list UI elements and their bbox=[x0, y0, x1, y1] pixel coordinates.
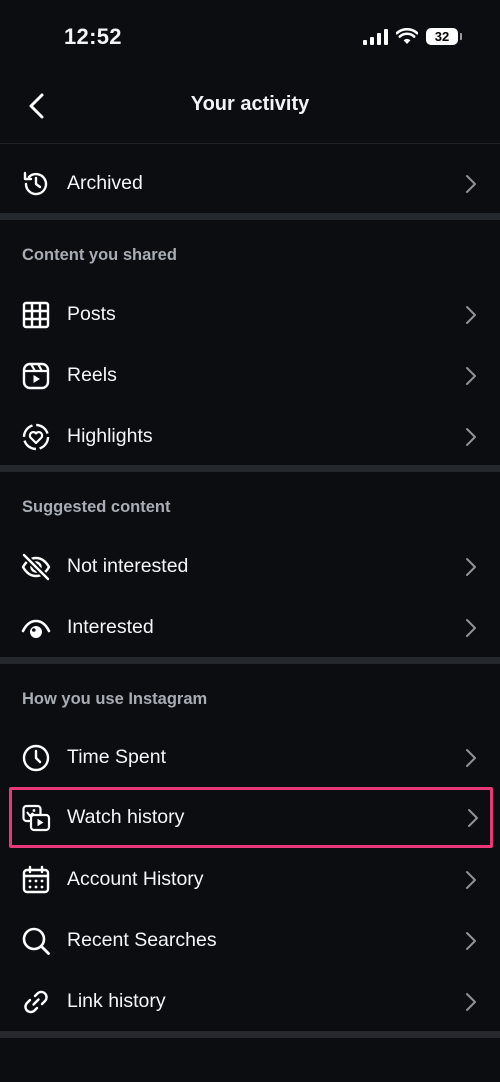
section-divider bbox=[0, 1031, 500, 1038]
chevron-right-icon bbox=[466, 992, 476, 1011]
chevron-right-icon bbox=[466, 427, 476, 446]
watch-history-icon bbox=[22, 804, 51, 831]
status-bar: 12:52 32 bbox=[0, 0, 500, 70]
section-divider bbox=[0, 465, 500, 472]
highlights-label: Highlights bbox=[67, 425, 153, 447]
chevron-right-icon bbox=[466, 305, 476, 324]
recent-searches-row[interactable]: Recent Searches bbox=[0, 910, 500, 971]
recent-searches-label: Recent Searches bbox=[67, 929, 217, 951]
section-header-how-you-use-instagram: How you use Instagram bbox=[22, 690, 208, 708]
chevron-right-icon bbox=[466, 870, 476, 889]
battery-icon: 32 bbox=[426, 28, 462, 45]
not-interested-label: Not interested bbox=[67, 555, 189, 577]
time-spent-label: Time Spent bbox=[67, 746, 166, 768]
reels-row[interactable]: Reels bbox=[0, 345, 500, 406]
account-history-label: Account History bbox=[67, 868, 204, 890]
chevron-right-icon bbox=[466, 557, 476, 576]
chevron-right-icon bbox=[468, 808, 478, 827]
highlights-icon bbox=[22, 423, 50, 450]
section-header-content-you-shared: Content you shared bbox=[22, 246, 177, 264]
interested-row[interactable]: Interested bbox=[0, 597, 500, 658]
cellular-signal-icon bbox=[363, 28, 388, 45]
section-divider bbox=[0, 213, 500, 220]
not-interested-row[interactable]: Not interested bbox=[0, 536, 500, 597]
section-header-suggested-content: Suggested content bbox=[22, 498, 171, 516]
reels-label: Reels bbox=[67, 364, 117, 386]
interested-label: Interested bbox=[67, 616, 154, 638]
eye-icon bbox=[21, 619, 51, 638]
calendar-icon bbox=[22, 865, 50, 893]
account-history-row[interactable]: Account History bbox=[0, 849, 500, 910]
posts-row[interactable]: Posts bbox=[0, 284, 500, 345]
screen: 12:52 32 Your activity Archived Content … bbox=[0, 0, 500, 1082]
search-icon bbox=[22, 927, 50, 955]
clock-icon bbox=[22, 744, 50, 771]
page-title: Your activity bbox=[190, 93, 310, 115]
status-time: 12:52 bbox=[64, 24, 122, 49]
link-history-row[interactable]: Link history bbox=[0, 971, 500, 1032]
link-icon bbox=[24, 990, 48, 1013]
wifi-icon bbox=[396, 28, 418, 44]
status-icons: 32 bbox=[363, 28, 462, 45]
time-spent-row[interactable]: Time Spent bbox=[0, 727, 500, 788]
watch-history-row[interactable]: Watch history bbox=[9, 787, 493, 848]
chevron-right-icon bbox=[466, 366, 476, 385]
eye-off-icon bbox=[21, 552, 51, 581]
archived-row[interactable]: Archived bbox=[0, 153, 500, 214]
section-divider bbox=[0, 657, 500, 664]
posts-label: Posts bbox=[67, 303, 116, 325]
navigation-bar: Your activity bbox=[0, 70, 500, 144]
watch-history-label: Watch history bbox=[67, 806, 185, 828]
chevron-right-icon bbox=[466, 931, 476, 950]
highlights-row[interactable]: Highlights bbox=[0, 406, 500, 467]
chevron-right-icon bbox=[466, 174, 476, 193]
grid-icon bbox=[22, 301, 50, 328]
reels-icon bbox=[22, 362, 50, 389]
archive-history-icon bbox=[23, 171, 48, 195]
archived-label: Archived bbox=[67, 172, 143, 194]
chevron-right-icon bbox=[466, 748, 476, 767]
link-history-label: Link history bbox=[67, 990, 166, 1012]
chevron-right-icon bbox=[466, 618, 476, 637]
